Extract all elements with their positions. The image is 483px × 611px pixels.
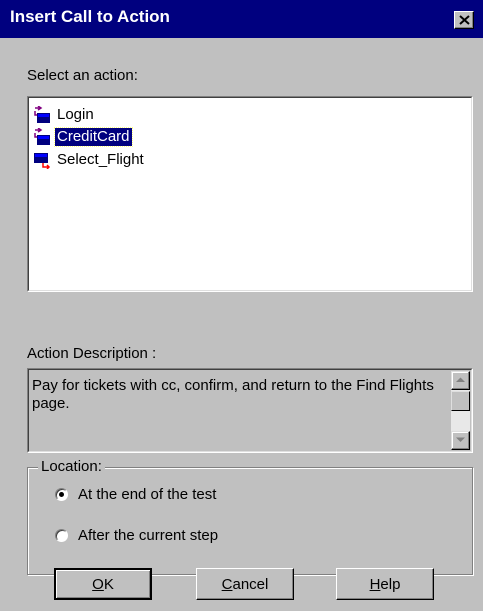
location-groupbox: Location: At the end of the test After t… — [27, 458, 473, 575]
select-action-label: Select an action: — [27, 67, 138, 84]
scroll-thumb[interactable] — [451, 391, 470, 411]
action-icon — [33, 151, 51, 170]
scroll-up-button[interactable] — [451, 371, 470, 390]
description-scrollbar[interactable] — [451, 371, 470, 450]
radio-button-checked[interactable] — [55, 488, 68, 501]
close-button[interactable] — [454, 11, 474, 29]
arrow-up-icon — [456, 377, 465, 382]
dialog-title: Insert Call to Action — [10, 7, 170, 26]
close-icon — [459, 15, 470, 25]
scroll-down-button[interactable] — [451, 431, 470, 450]
cancel-button[interactable]: Cancel — [196, 568, 294, 600]
list-item-label: Select_Flight — [57, 151, 144, 168]
action-description-text: Pay for tickets with cc, confirm, and re… — [32, 377, 434, 412]
list-item-select-flight[interactable]: Select_Flight — [33, 150, 146, 170]
list-item-creditcard[interactable]: CreditCard — [33, 127, 133, 147]
ok-button[interactable]: OK — [54, 568, 152, 600]
reusable-action-icon — [33, 127, 51, 146]
help-button[interactable]: Help — [336, 568, 434, 600]
radio-end-of-test[interactable]: At the end of the test — [55, 486, 216, 503]
list-item-label: Login — [57, 106, 94, 123]
action-description-box: Pay for tickets with cc, confirm, and re… — [27, 368, 473, 453]
radio-label: After the current step — [78, 527, 219, 544]
radio-after-current-step[interactable]: After the current step — [55, 527, 218, 544]
list-item-label: CreditCard — [54, 127, 133, 147]
radio-button[interactable] — [55, 529, 68, 542]
action-description-label: Action Description : — [27, 345, 157, 362]
action-listbox[interactable]: Login CreditCard Select_Flight — [27, 96, 473, 292]
radio-label: At the end of the test — [78, 486, 217, 503]
location-label: Location: — [38, 458, 105, 475]
list-item-login[interactable]: Login — [33, 105, 96, 125]
arrow-down-icon — [456, 437, 465, 442]
reusable-action-icon — [33, 105, 51, 124]
title-bar: Insert Call to Action — [0, 0, 483, 38]
